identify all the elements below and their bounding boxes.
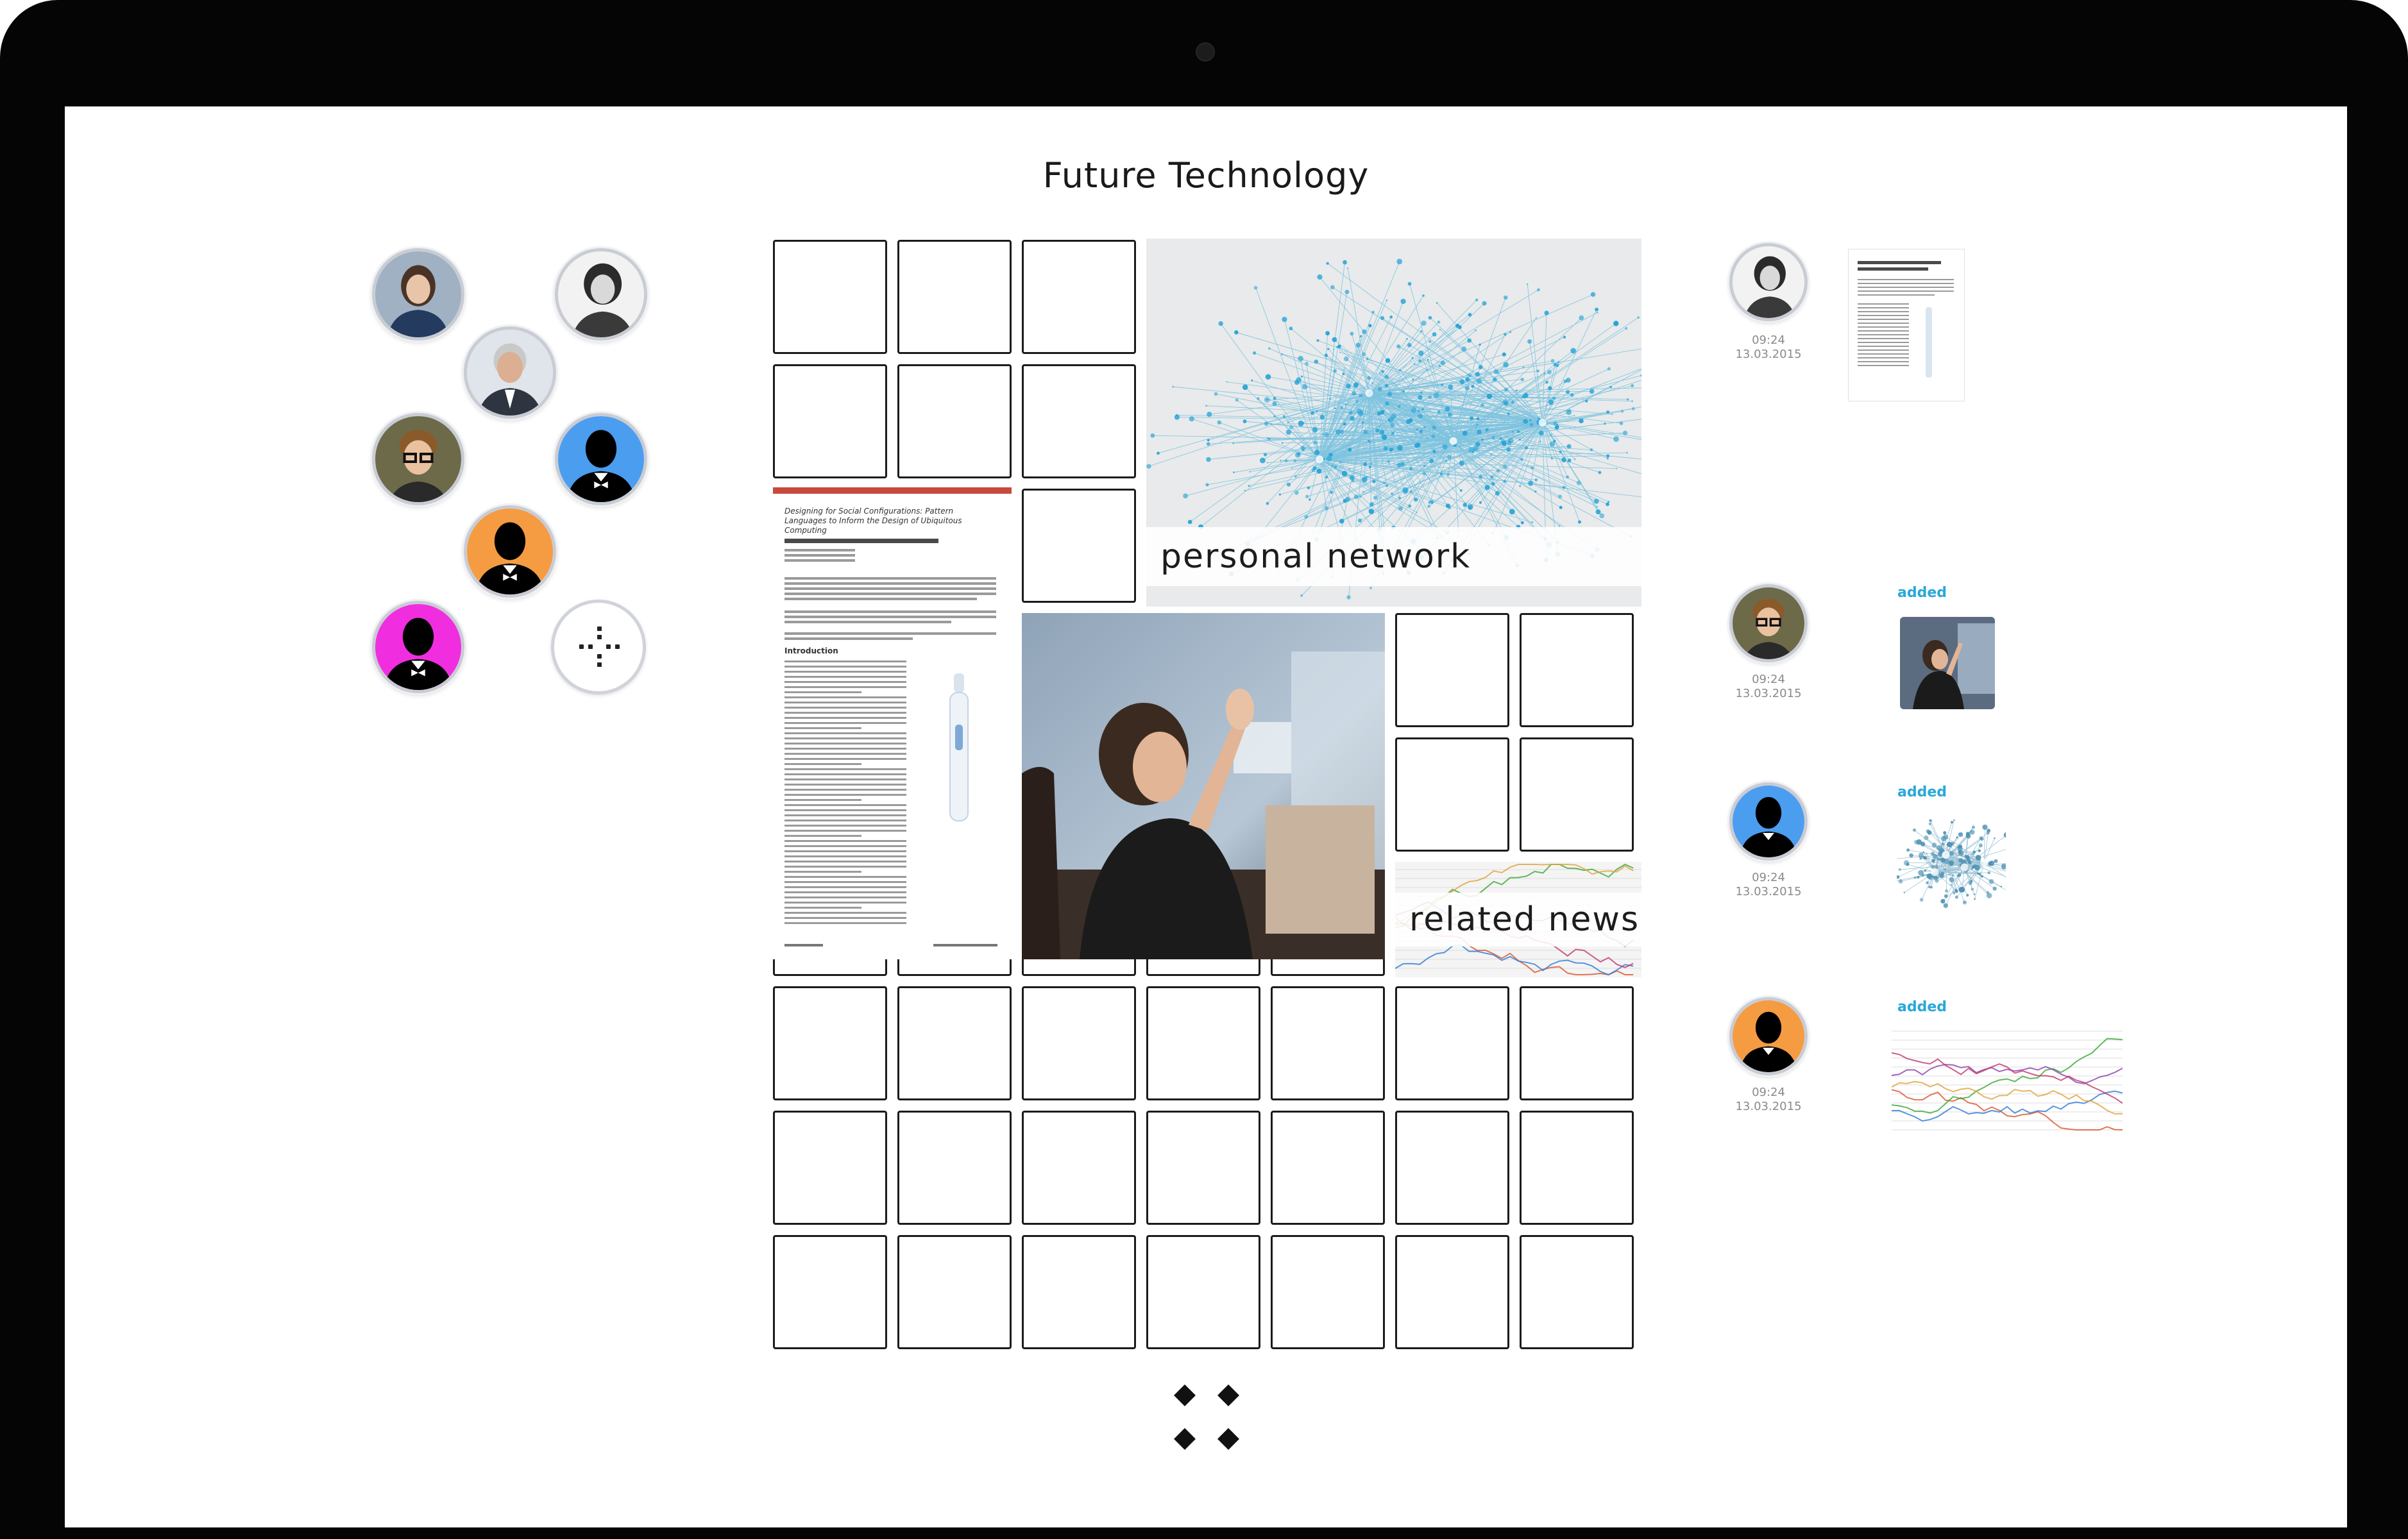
toothbrush-figure [949,673,969,821]
empty-cell[interactable] [773,1111,887,1225]
empty-cell[interactable] [1395,1111,1509,1225]
personal-network-label: personal network [1146,527,1641,586]
member-avatar[interactable] [555,248,647,341]
feed-avatar [1729,243,1808,321]
empty-cell[interactable] [897,1235,1012,1349]
feed-avatar [1729,782,1808,861]
feed-time: 09:24 [1752,333,1785,347]
feed-date: 13.03.2015 [1735,885,1802,898]
user-silhouette-icon [467,509,553,594]
document-body-text [784,660,906,936]
empty-cell[interactable] [1520,986,1634,1100]
user-silhouette-icon [1733,1000,1804,1072]
menu-button[interactable] [1167,1380,1244,1457]
person-photo-icon [375,416,461,502]
photo-tile[interactable] [1022,613,1385,959]
add-member-icon [554,603,643,691]
feed-time: 09:24 [1752,871,1785,884]
empty-cell[interactable] [1022,364,1136,478]
empty-cell[interactable] [1271,986,1385,1100]
user-silhouette-icon [1733,786,1804,857]
empty-cell[interactable] [1395,1235,1509,1349]
empty-cell[interactable] [773,1235,887,1349]
feed-action: added [1897,999,1947,1015]
feed-network-thumbnail [1897,814,2006,911]
feed-time: 09:24 [1752,673,1785,686]
user-silhouette-icon [558,416,644,502]
person-photo-icon [1733,587,1804,659]
document-section-heading: Introduction [784,646,838,655]
empty-cell[interactable] [1395,986,1509,1100]
member-avatar[interactable] [372,248,464,341]
empty-cell[interactable] [773,364,887,478]
member-avatar[interactable] [555,413,647,505]
empty-cell[interactable] [1146,986,1260,1100]
feed-date: 13.03.2015 [1735,687,1802,700]
person-photo-icon [1733,246,1804,318]
feed-action: added [1897,784,1947,800]
feed-photo-thumbnail [1900,617,1995,709]
feed-avatar [1729,584,1808,662]
related-news-tile[interactable]: related news [1395,862,1641,977]
feed-action: added [1897,585,1947,601]
camera-icon [1196,42,1215,62]
feed-time: 09:24 [1752,1086,1785,1099]
empty-cell[interactable] [897,986,1012,1100]
empty-cell[interactable] [773,986,887,1100]
member-avatar[interactable] [464,326,556,419]
empty-cell[interactable] [1395,737,1509,852]
add-member-button[interactable] [551,600,646,694]
feed-date: 13.03.2015 [1735,348,1802,361]
empty-cell[interactable] [1146,1235,1260,1349]
member-avatar[interactable] [464,505,556,598]
document-tile[interactable]: Designing for Social Configurations: Pat… [773,487,1012,959]
user-silhouette-icon [375,604,461,690]
screen: Future Technology personal network Desig… [65,106,2347,1527]
document-header-bar [773,487,1012,494]
empty-cell[interactable] [1520,613,1634,727]
member-avatar[interactable] [372,601,464,693]
empty-cell[interactable] [897,364,1012,478]
empty-cell[interactable] [773,240,887,354]
document-title: Designing for Social Configurations: Pat… [784,507,962,535]
empty-cell[interactable] [1146,1111,1260,1225]
empty-cell[interactable] [1271,1235,1385,1349]
empty-cell[interactable] [1520,1235,1634,1349]
related-news-label: related news [1395,893,1641,946]
feed-avatar [1729,997,1808,1075]
empty-cell[interactable] [1022,1235,1136,1349]
personal-network-tile[interactable]: personal network [1146,239,1641,607]
empty-cell[interactable] [1520,737,1634,852]
person-photo-icon [467,330,553,416]
person-photo-icon [375,251,461,337]
interaction-photo-image [1022,613,1385,959]
feed-document-thumbnail [1848,249,1965,401]
empty-cell[interactable] [897,240,1012,354]
member-avatar[interactable] [372,413,464,505]
empty-cell[interactable] [897,1111,1012,1225]
empty-cell[interactable] [1022,986,1136,1100]
menu-diamonds-icon [1167,1380,1244,1457]
empty-cell[interactable] [1022,489,1136,603]
empty-cell[interactable] [1395,613,1509,727]
empty-cell[interactable] [1022,240,1136,354]
person-photo-icon [558,251,644,337]
empty-cell[interactable] [1022,1111,1136,1225]
feed-chart-thumbnail [1892,1023,2123,1132]
board-title: Future Technology [1042,155,1369,196]
feed-date: 13.03.2015 [1735,1100,1802,1113]
empty-cell[interactable] [1271,1111,1385,1225]
empty-cell[interactable] [1520,1111,1634,1225]
